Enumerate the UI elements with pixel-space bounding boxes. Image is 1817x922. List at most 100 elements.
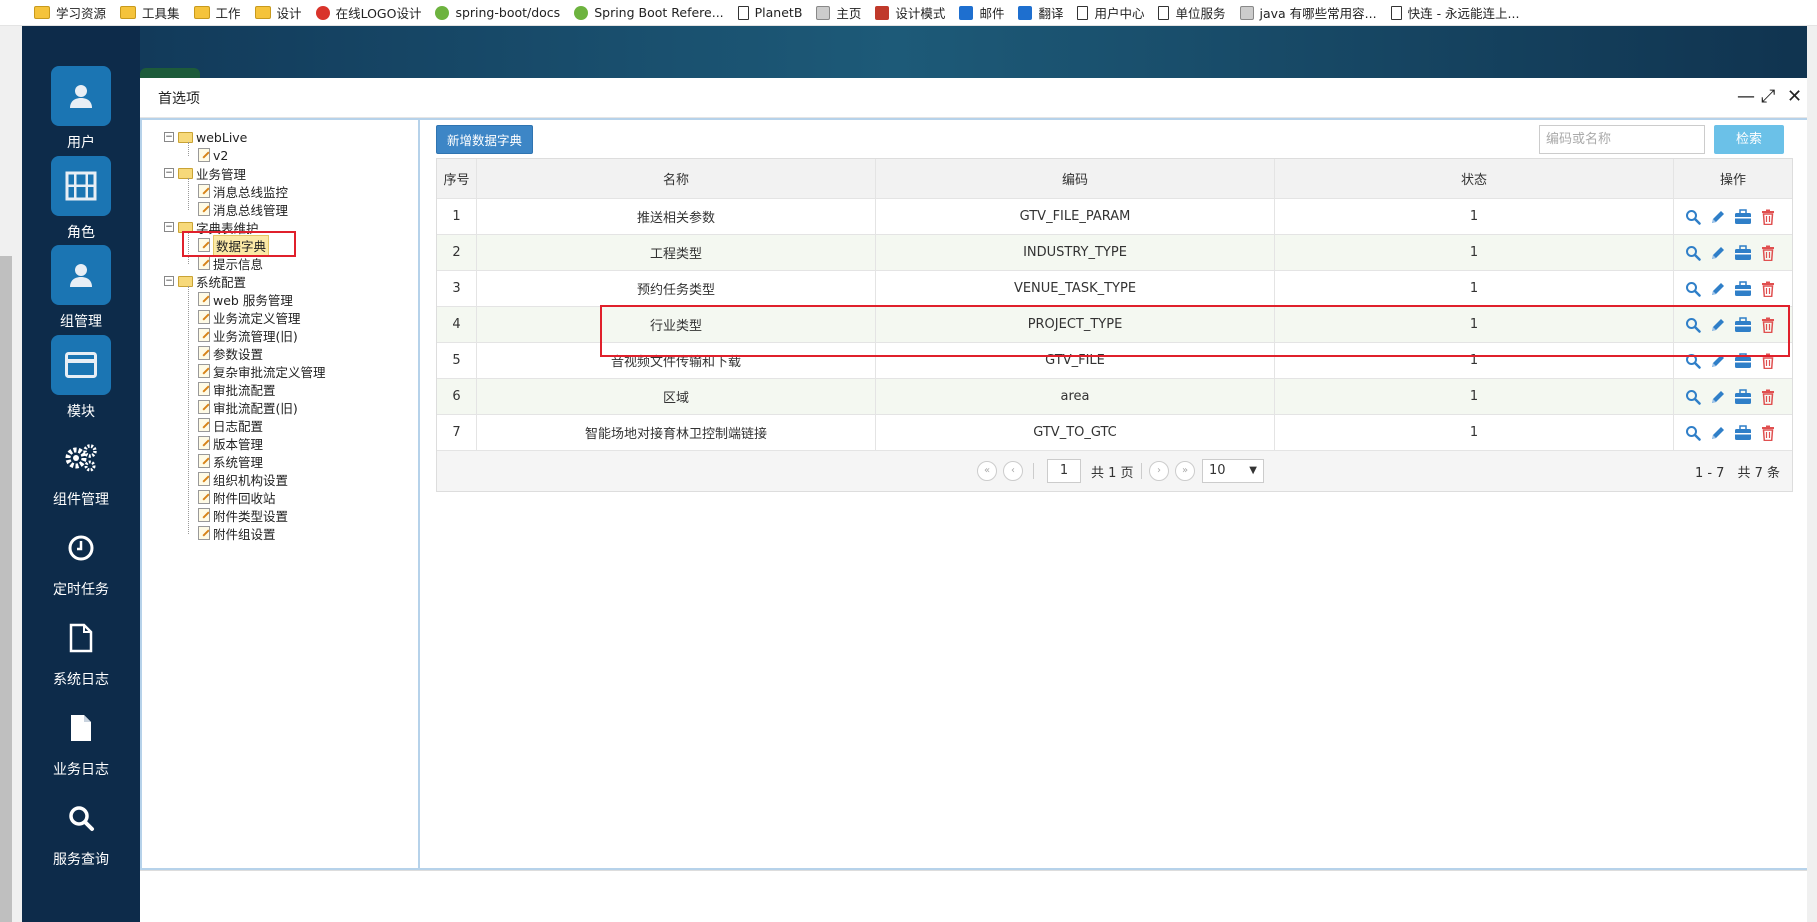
delete-icon[interactable]	[1759, 316, 1777, 334]
toolbox-icon[interactable]	[1734, 316, 1752, 334]
bookmark-item[interactable]: 学习资源	[34, 3, 106, 22]
delete-icon[interactable]	[1759, 352, 1777, 370]
tree-leaf[interactable]: 附件类型设置	[198, 506, 288, 524]
header-status[interactable]: 状态	[1275, 159, 1674, 198]
tree-leaf[interactable]: 业务流定义管理	[198, 308, 301, 326]
tree-leaf[interactable]: 附件组设置	[198, 524, 276, 542]
edit-icon[interactable]	[1709, 244, 1727, 262]
delete-icon[interactable]	[1759, 424, 1777, 442]
edit-icon[interactable]	[1709, 388, 1727, 406]
bookmark-item[interactable]: 快连 - 永远能连上...	[1390, 3, 1519, 22]
view-icon[interactable]	[1684, 316, 1702, 334]
edit-icon[interactable]	[1709, 280, 1727, 298]
delete-icon[interactable]	[1759, 244, 1777, 262]
table-row[interactable]: 2 工程类型 INDUSTRY_TYPE 1	[437, 235, 1792, 271]
bookmark-item[interactable]: 工作	[193, 3, 241, 22]
toolbox-icon[interactable]	[1734, 424, 1752, 442]
toolbox-icon[interactable]	[1734, 388, 1752, 406]
tree-leaf[interactable]: 附件回收站	[198, 488, 276, 506]
tree-leaf[interactable]: 提示信息	[198, 254, 263, 272]
first-page-button[interactable]: «	[977, 461, 997, 481]
tree-leaf[interactable]: 系统管理	[198, 452, 263, 470]
bookmark-item[interactable]: PlanetB	[737, 5, 802, 20]
next-page-button[interactable]: ›	[1149, 461, 1169, 481]
nav-item[interactable]: 组管理	[22, 245, 140, 331]
tree-leaf[interactable]: 复杂审批流定义管理	[198, 362, 326, 380]
nav-item[interactable]: 服务查询	[22, 793, 140, 869]
bookmark-item[interactable]: spring-boot/docs	[435, 5, 560, 20]
bookmark-item[interactable]: 工具集	[120, 3, 180, 22]
edit-icon[interactable]	[1709, 208, 1727, 226]
tree-leaf[interactable]: 版本管理	[198, 434, 263, 452]
bookmark-item[interactable]: 单位服务	[1158, 3, 1226, 22]
close-icon[interactable]: ✕	[1787, 88, 1802, 106]
window-scrollbar[interactable]	[1807, 26, 1817, 922]
prev-page-button[interactable]: ‹	[1003, 461, 1023, 481]
page-number-input[interactable]: 1	[1047, 459, 1081, 483]
view-icon[interactable]	[1684, 208, 1702, 226]
bookmark-item[interactable]: 邮件	[959, 3, 1004, 22]
collapse-toggle-icon[interactable]: −	[164, 276, 174, 286]
table-row[interactable]: 6 区域 area 1	[437, 379, 1792, 415]
edit-icon[interactable]	[1709, 316, 1727, 334]
delete-icon[interactable]	[1759, 388, 1777, 406]
tree-leaf[interactable]: 组织机构设置	[198, 470, 288, 488]
tree-leaf[interactable]: 审批流配置	[198, 380, 276, 398]
view-icon[interactable]	[1684, 280, 1702, 298]
add-dictionary-button[interactable]: 新增数据字典	[436, 125, 534, 154]
bookmark-item[interactable]: java 有哪些常用容...	[1239, 3, 1377, 22]
tree-folder[interactable]: − 业务管理	[164, 164, 246, 182]
view-icon[interactable]	[1684, 388, 1702, 406]
bookmark-item[interactable]: 用户中心	[1077, 3, 1144, 22]
maximize-icon[interactable]: ⤢	[1761, 88, 1775, 106]
collapse-toggle-icon[interactable]: −	[164, 222, 174, 232]
bookmark-item[interactable]: 设计模式	[875, 3, 945, 22]
view-icon[interactable]	[1684, 424, 1702, 442]
bookmark-item[interactable]: 设计	[254, 3, 302, 22]
view-icon[interactable]	[1684, 244, 1702, 262]
nav-item[interactable]: 系统日志	[22, 613, 140, 689]
search-button[interactable]: 检索	[1714, 125, 1784, 154]
tree-leaf[interactable]: 日志配置	[198, 416, 263, 434]
toolbox-icon[interactable]	[1734, 208, 1752, 226]
delete-icon[interactable]	[1759, 280, 1777, 298]
tree-leaf[interactable]: 参数设置	[198, 344, 263, 362]
nav-item[interactable]: 业务日志	[22, 703, 140, 779]
delete-icon[interactable]	[1759, 208, 1777, 226]
nav-item[interactable]: 组件管理	[22, 433, 140, 509]
edit-icon[interactable]	[1709, 424, 1727, 442]
last-page-button[interactable]: »	[1175, 461, 1195, 481]
collapse-toggle-icon[interactable]: −	[164, 132, 174, 142]
nav-item[interactable]: 定时任务	[22, 523, 140, 599]
table-row[interactable]: 4 行业类型 PROJECT_TYPE 1	[437, 307, 1792, 343]
tree-leaf[interactable]: 消息总线管理	[198, 200, 288, 218]
view-icon[interactable]	[1684, 352, 1702, 370]
table-row[interactable]: 7 智能场地对接育林卫控制端链接 GTV_TO_GTC 1	[437, 415, 1792, 451]
tree-leaf[interactable]: 审批流配置(旧)	[198, 398, 298, 416]
table-row[interactable]: 1 推送相关参数 GTV_FILE_PARAM 1	[437, 199, 1792, 235]
nav-item[interactable]: 角色	[22, 156, 140, 242]
bookmark-item[interactable]: 主页	[816, 3, 861, 22]
tree-leaf[interactable]: 消息总线监控	[198, 182, 288, 200]
bookmark-item[interactable]: 翻译	[1018, 3, 1063, 22]
tree-leaf[interactable]: v2	[198, 146, 228, 164]
tree-folder[interactable]: − webLive	[164, 128, 247, 146]
table-row[interactable]: 3 预约任务类型 VENUE_TASK_TYPE 1	[437, 271, 1792, 307]
tree-leaf[interactable]: 业务流管理(旧)	[198, 326, 298, 344]
collapse-toggle-icon[interactable]: −	[164, 168, 174, 178]
page-size-select[interactable]: 10 ▼	[1202, 459, 1264, 483]
toolbox-icon[interactable]	[1734, 244, 1752, 262]
tree-folder[interactable]: − 系统配置	[164, 272, 246, 290]
toolbox-icon[interactable]	[1734, 280, 1752, 298]
minimize-icon[interactable]: —	[1737, 88, 1755, 106]
edit-icon[interactable]	[1709, 352, 1727, 370]
tree-leaf[interactable]: 数据字典	[198, 234, 270, 256]
search-input[interactable]	[1539, 125, 1705, 154]
bookmark-item[interactable]: Spring Boot Refere...	[574, 5, 724, 20]
toolbox-icon[interactable]	[1734, 352, 1752, 370]
tree-leaf[interactable]: web 服务管理	[198, 290, 293, 308]
nav-item[interactable]: 用户	[22, 66, 140, 152]
header-name[interactable]: 名称	[477, 159, 876, 198]
table-row[interactable]: 5 音视频文件传输和下载 GTV_FILE 1	[437, 343, 1792, 379]
nav-item[interactable]: 模块	[22, 335, 140, 421]
